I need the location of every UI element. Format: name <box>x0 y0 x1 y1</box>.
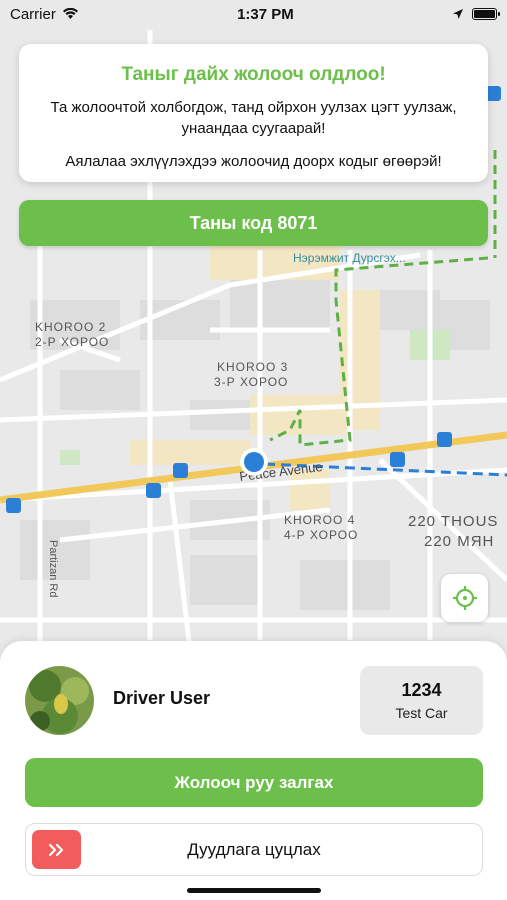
screen: KHOROO 2 2-Р ХОРОО KHOROO 3 3-Р ХОРОО KH… <box>0 0 507 900</box>
cancel-slider-handle[interactable] <box>32 830 81 869</box>
thous-label-mn: 220 МЯН <box>424 533 494 550</box>
battery-icon <box>471 8 500 20</box>
khoroo3-label-mn: 3-Р ХОРОО <box>214 375 288 389</box>
khoroo4-label-mn: 4-Р ХОРОО <box>284 528 358 542</box>
crosshair-icon <box>452 586 477 610</box>
thous-label: 220 THOUS <box>408 513 498 530</box>
khoroo2-label: KHOROO 2 <box>35 320 106 334</box>
driver-sheet: Driver User 1234 Test Car Жолооч руу зал… <box>0 641 507 900</box>
card-instruction: Та жолоочтой холбогдож, танд ойрхон уулз… <box>50 99 457 137</box>
carrier-label: Carrier <box>10 5 56 23</box>
card-title: Таныг дайх жолооч олдлоо! <box>121 64 386 85</box>
chevrons-right-icon <box>48 843 63 856</box>
khoroo2-label-mn: 2-Р ХОРОО <box>35 335 109 349</box>
khoroo4-label: KHOROO 4 <box>284 513 355 527</box>
clock: 1:37 PM <box>237 5 294 23</box>
driver-found-card: Таныг дайх жолооч олдлоо! Та жолоочтой х… <box>19 44 488 182</box>
locate-me-button[interactable] <box>441 574 488 622</box>
user-location-marker <box>240 448 268 476</box>
driver-name: Driver User <box>113 688 211 708</box>
partizan-label: Partizan Rd <box>47 540 59 597</box>
status-bar: Carrier 1:37 PM <box>0 0 507 28</box>
card-code-hint: Аялалаа эхлүүлэхдээ жолоочид доорх кодыг… <box>65 153 442 170</box>
khoroo3-label: KHOROO 3 <box>217 360 288 374</box>
wifi-icon <box>62 8 78 19</box>
cancel-label: Дуудлага цуцлах <box>187 839 321 859</box>
car-number: 1234 <box>401 680 442 700</box>
trip-code-button[interactable]: Таны код 8071 <box>19 200 488 246</box>
home-indicator <box>187 888 321 893</box>
location-arrow-icon <box>452 9 463 19</box>
driver-avatar <box>25 666 94 735</box>
cancel-slider[interactable]: Дуудлага цуцлах <box>25 823 483 876</box>
car-info: 1234 Test Car <box>360 666 483 735</box>
car-model: Test Car <box>395 705 448 721</box>
call-driver-button[interactable]: Жолооч руу залгах <box>25 758 483 807</box>
poi-label: Нэрэмжит Дурсгэх... <box>293 251 406 265</box>
